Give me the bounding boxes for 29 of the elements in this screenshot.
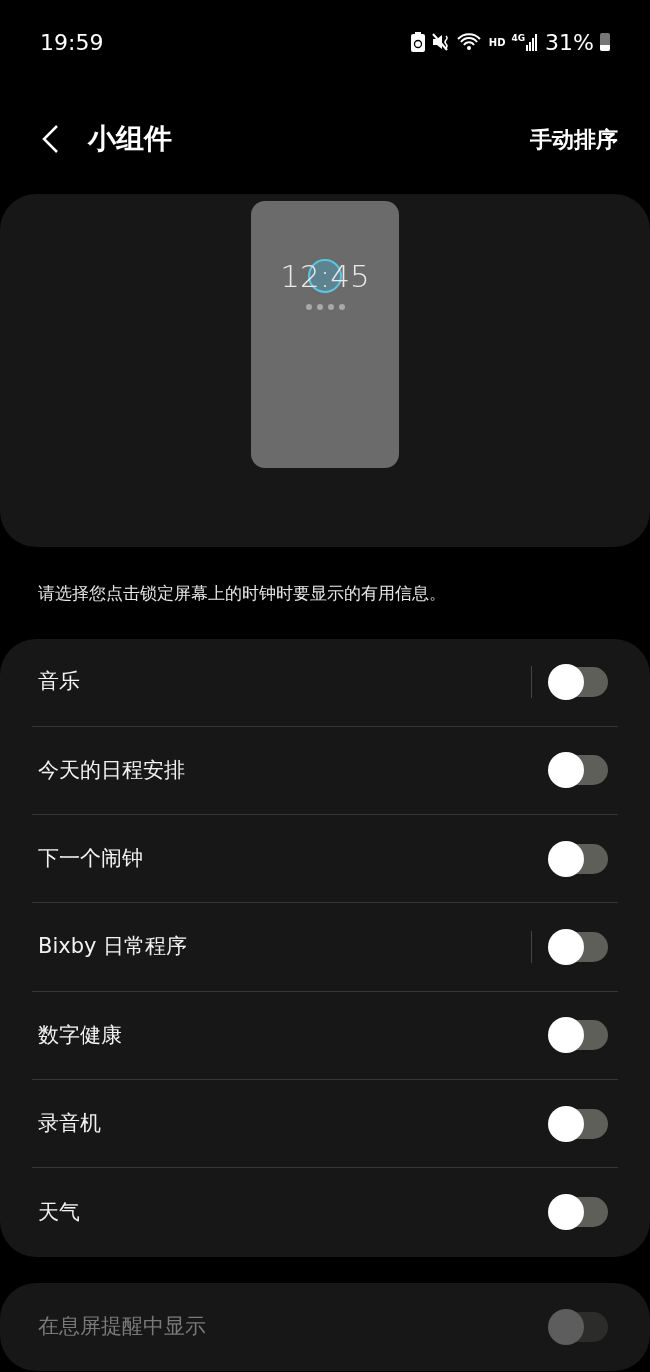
aod-setting-label: 在息屏提醒中显示 bbox=[38, 1312, 206, 1340]
widget-label: 数字健康 bbox=[38, 1021, 122, 1049]
page-dots-icon bbox=[305, 303, 345, 310]
network-type-label: 4G bbox=[511, 33, 526, 43]
widget-label: 今天的日程安排 bbox=[38, 756, 185, 784]
battery-icon bbox=[600, 33, 610, 51]
status-time: 19:59 bbox=[40, 28, 104, 57]
widget-label: Bixby 日常程序 bbox=[38, 933, 188, 961]
widget-label: 录音机 bbox=[38, 1109, 101, 1137]
battery-percentage: 31% bbox=[545, 28, 594, 57]
back-icon bbox=[41, 124, 59, 154]
toggle-switch[interactable] bbox=[550, 667, 608, 698]
toggle-switch[interactable] bbox=[550, 1197, 608, 1228]
widget-label: 天气 bbox=[38, 1198, 80, 1226]
signal-icon bbox=[526, 33, 538, 51]
manual-sort-button[interactable]: 手动排序 bbox=[530, 122, 618, 156]
toggle-switch[interactable] bbox=[550, 1108, 608, 1139]
widget-label: 下一个闹钟 bbox=[38, 845, 143, 872]
widget-label: 音乐 bbox=[38, 668, 80, 696]
page-title: 小组件 bbox=[88, 121, 172, 157]
mute-icon bbox=[430, 32, 451, 52]
toggle-switch[interactable] bbox=[550, 932, 608, 963]
network-label: HD bbox=[488, 35, 506, 50]
toggle-switch[interactable] bbox=[550, 1020, 608, 1051]
battery-saver-icon bbox=[410, 32, 425, 52]
toggle-switch[interactable] bbox=[550, 755, 608, 786]
description-text: 请选择您点击锁定屏幕上的时钟时要显示的有用信息。 bbox=[37, 582, 447, 605]
toggle-switch[interactable] bbox=[550, 843, 608, 874]
wifi-icon bbox=[456, 32, 481, 52]
